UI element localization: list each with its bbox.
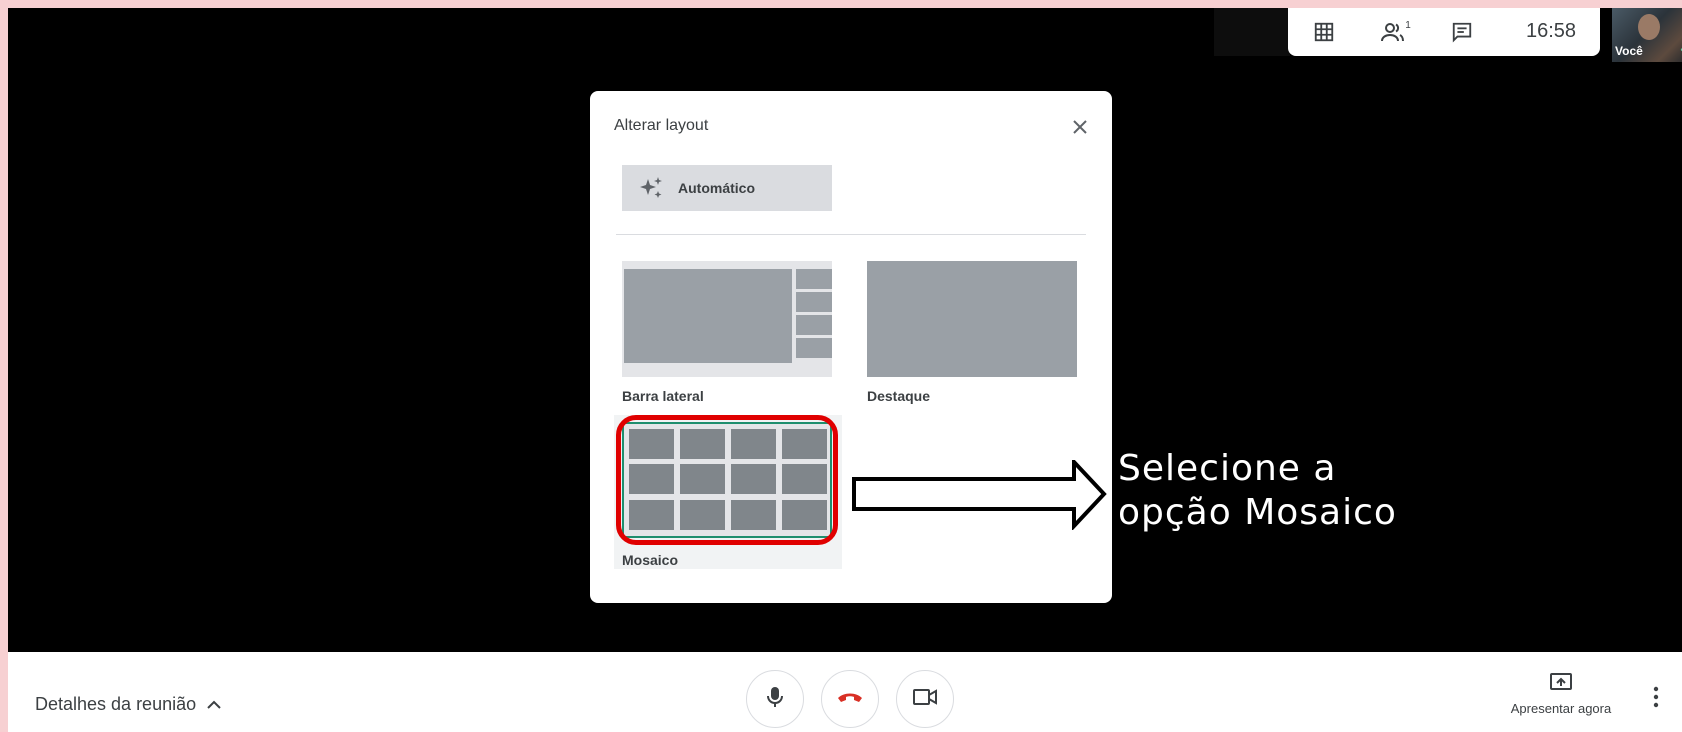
- selection-highlight: [616, 415, 838, 545]
- hang-up-button[interactable]: [821, 670, 879, 728]
- more-options-icon[interactable]: [1652, 686, 1660, 713]
- layout-option-spotlight[interactable]: Destaque: [867, 261, 1077, 404]
- people-icon[interactable]: 1: [1376, 18, 1416, 46]
- meeting-details-label: Detalhes da reunião: [35, 694, 197, 714]
- spotlight-thumbnail: [867, 261, 1077, 377]
- auto-layout-button[interactable]: Automático: [622, 165, 832, 211]
- chat-icon[interactable]: [1448, 18, 1476, 46]
- annotation-arrow-icon: [852, 460, 1107, 530]
- annotation-line2: opção Mosaico: [1118, 492, 1397, 533]
- microphone-icon: [766, 686, 784, 713]
- self-video-tile[interactable]: Você •••: [1612, 8, 1682, 62]
- layout-option-sidebar[interactable]: Barra lateral: [622, 261, 832, 404]
- sparkle-icon: [638, 175, 664, 201]
- present-screen-icon: [1549, 673, 1573, 696]
- grid-icon[interactable]: [1310, 18, 1338, 46]
- chevron-up-icon: [206, 700, 222, 710]
- microphone-button[interactable]: [746, 670, 804, 728]
- layout-option-label: Barra lateral: [622, 388, 704, 404]
- clock: 16:58: [1526, 20, 1577, 42]
- present-now-button[interactable]: Apresentar agora: [1496, 672, 1626, 716]
- top-bar: 1 16:58: [1288, 8, 1600, 56]
- annotation-text: Selecione a opção Mosaico: [1118, 447, 1397, 535]
- participants-count: 1: [1405, 19, 1411, 31]
- present-now-label: Apresentar agora: [1510, 701, 1612, 716]
- layout-option-label: Mosaico: [622, 552, 679, 568]
- bottom-bar: Detalhes da reunião Apresentar agora: [8, 652, 1682, 732]
- camera-button[interactable]: [896, 670, 954, 728]
- self-name: Você: [1615, 44, 1643, 58]
- layout-option-label: Destaque: [867, 388, 931, 404]
- divider: [616, 234, 1086, 235]
- annotation-line1: Selecione a: [1118, 448, 1337, 489]
- avatar: [1638, 14, 1660, 40]
- hang-up-icon: [837, 690, 863, 708]
- auto-layout-label: Automático: [678, 180, 755, 196]
- dialog-title: Alterar layout: [614, 117, 709, 134]
- meeting-details-button[interactable]: Detalhes da reunião: [35, 694, 222, 715]
- close-icon[interactable]: [1068, 115, 1092, 139]
- sidebar-thumbnail: [622, 261, 832, 377]
- video-camera-icon: [912, 688, 938, 711]
- top-bar-shadow: [1214, 8, 1290, 56]
